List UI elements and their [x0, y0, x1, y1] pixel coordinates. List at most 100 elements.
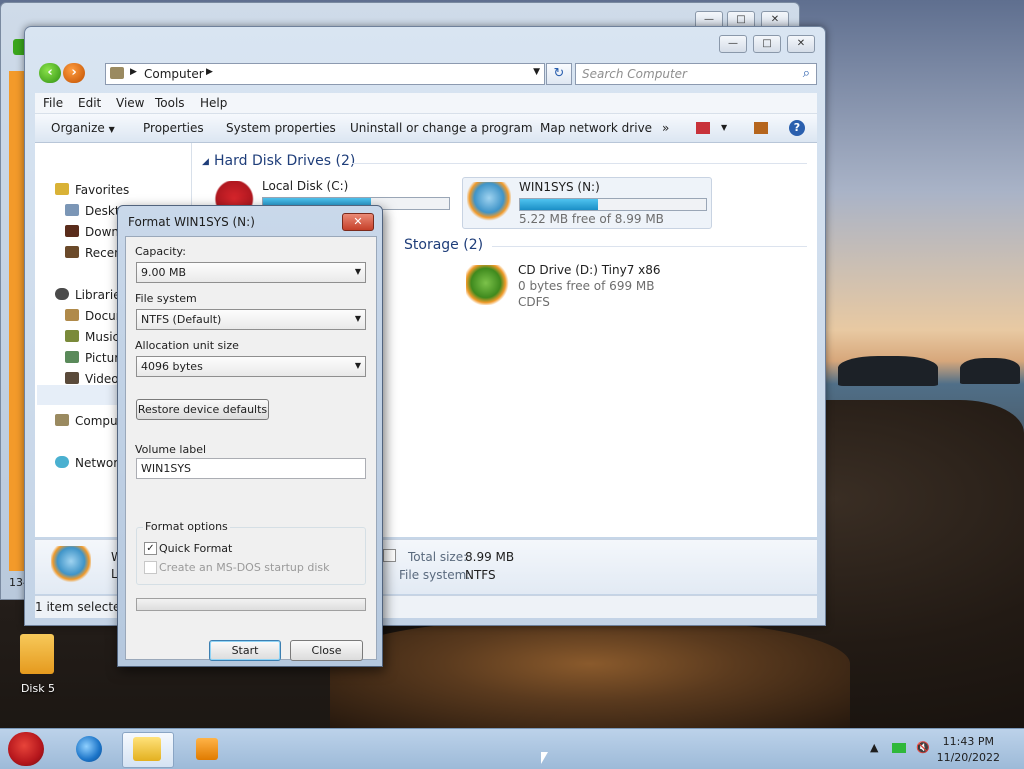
drive-cd[interactable]: CD Drive (D:) Tiny7 x86 0 bytes free of … — [462, 261, 722, 325]
restore-defaults-button[interactable]: Restore device defaults — [136, 399, 269, 420]
hard-disk-group-title[interactable]: Hard Disk Drives (2) — [214, 153, 355, 169]
taskbar-internet-explorer[interactable] — [64, 732, 114, 766]
details-drive-icon — [51, 546, 91, 584]
file-system-select[interactable]: NTFS (Default) ▼ — [136, 309, 366, 330]
close-button[interactable]: Close — [290, 640, 363, 661]
msdos-startup-checkbox — [144, 561, 157, 574]
nav-computer[interactable]: Compu — [75, 414, 118, 428]
downloads-icon — [65, 225, 79, 237]
computer-icon — [110, 67, 124, 79]
recent-places-icon — [65, 246, 79, 258]
menu-edit[interactable]: Edit — [78, 96, 101, 110]
refresh-button[interactable]: ↻ — [546, 63, 572, 85]
drive-free-space: 0 bytes free of 699 MB — [518, 279, 655, 293]
search-icon[interactable]: ⌕ — [803, 66, 810, 81]
allocation-unit-label: Allocation unit size — [135, 339, 239, 352]
search-placeholder: Search Computer — [582, 67, 687, 81]
organize-label: Organize — [51, 121, 105, 135]
organize-button[interactable]: Organize ▼ — [51, 121, 115, 135]
capacity-select[interactable]: 9.00 MB ▼ — [136, 262, 366, 283]
chevron-down-icon[interactable]: ▼ — [533, 67, 540, 77]
command-bar: Organize ▼ Properties System properties … — [35, 114, 817, 143]
drive-name: WIN1SYS (N:) — [519, 180, 600, 194]
taskbar: ▲ 🔇 11:43 PM 11/20/2022 — [0, 728, 1024, 769]
quick-format-checkbox[interactable]: ✓ — [144, 542, 157, 555]
menu-file[interactable]: File — [43, 96, 63, 110]
music-icon — [65, 330, 79, 342]
chevron-down-icon: ▼ — [354, 267, 361, 276]
view-options-icon[interactable] — [696, 122, 710, 134]
chevron-down-icon[interactable]: ▼ — [721, 123, 727, 132]
nav-documents[interactable]: Docur — [85, 309, 121, 323]
libraries-icon — [55, 288, 69, 300]
menu-help[interactable]: Help — [200, 96, 227, 110]
nav-favorites[interactable]: Favorites — [75, 183, 129, 197]
media-player-icon — [196, 738, 218, 760]
forward-arrow-icon: › — [71, 65, 77, 80]
start-button[interactable] — [4, 730, 48, 768]
format-dialog[interactable]: Format WIN1SYS (N:) ✕ Capacity: 9.00 MB … — [117, 205, 383, 667]
chevron-right-icon[interactable]: ▶ — [206, 67, 213, 77]
island-left — [838, 356, 938, 386]
removable-group-title[interactable]: Storage (2) — [404, 237, 483, 253]
file-system-value: NTFS — [465, 568, 496, 582]
angry-bird-start-icon — [8, 732, 44, 766]
maximize-button[interactable]: □ — [753, 35, 781, 53]
status-text: 1 item selected — [35, 600, 129, 614]
drive-name: CD Drive (D:) Tiny7 x86 — [518, 263, 661, 277]
drive-win1sys[interactable]: WIN1SYS (N:) 5.22 MB free of 8.99 MB — [462, 177, 712, 229]
map-network-drive-button[interactable]: Map network drive — [540, 121, 652, 135]
quick-format-label[interactable]: Quick Format — [159, 542, 232, 555]
network-icon[interactable] — [892, 743, 906, 753]
forward-button[interactable]: › — [63, 63, 85, 83]
group-divider — [492, 246, 807, 247]
uninstall-program-button[interactable]: Uninstall or change a program — [350, 121, 533, 135]
volume-muted-icon[interactable]: 🔇 — [916, 741, 930, 754]
start-button[interactable]: Start — [209, 640, 281, 661]
file-system-label: File system: — [399, 568, 471, 582]
sunlit-rocks — [330, 620, 850, 730]
address-bar[interactable]: ▶ Computer ▶ ▼ — [105, 63, 545, 85]
address-location[interactable]: Computer — [144, 67, 204, 81]
dialog-title: Format WIN1SYS (N:) — [128, 215, 255, 229]
dialog-close-button[interactable]: ✕ — [342, 213, 374, 231]
dialog-body: Capacity: 9.00 MB ▼ File system NTFS (De… — [125, 236, 377, 661]
desktop-icon-label: Disk 5 — [20, 682, 56, 695]
show-hidden-icons-arrow[interactable]: ▲ — [870, 741, 878, 754]
details-checkbox[interactable] — [383, 549, 396, 562]
menu-tools[interactable]: Tools — [155, 96, 185, 110]
pictures-icon — [65, 351, 79, 363]
allocation-unit-value: 4096 bytes — [141, 360, 203, 373]
msdos-startup-label: Create an MS-DOS startup disk — [159, 561, 330, 574]
format-options-legend: Format options — [143, 520, 230, 533]
system-properties-button[interactable]: System properties — [226, 121, 336, 135]
allocation-unit-select[interactable]: 4096 bytes ▼ — [136, 356, 366, 377]
search-input[interactable]: Search Computer ⌕ — [575, 63, 817, 85]
green-pig-drive-icon — [466, 265, 510, 305]
chevron-right-icon[interactable]: ▶ — [130, 67, 137, 77]
drive-free-space: 5.22 MB free of 8.99 MB — [519, 212, 664, 226]
properties-button[interactable]: Properties — [143, 121, 204, 135]
minimize-button[interactable]: — — [719, 35, 747, 53]
back-button[interactable]: ‹ — [39, 63, 61, 83]
taskbar-media-player[interactable] — [184, 732, 234, 766]
network-icon — [55, 456, 69, 468]
capacity-label: Capacity: — [135, 245, 186, 258]
volume-label-input[interactable]: WIN1SYS — [136, 458, 366, 479]
more-commands-button[interactable]: » — [662, 121, 669, 135]
drive-file-system: CDFS — [518, 295, 550, 309]
nav-music[interactable]: Music — [85, 330, 119, 344]
menu-view[interactable]: View — [116, 96, 144, 110]
desktop-icon-disk5[interactable]: Disk 5 — [14, 632, 62, 702]
folder-icon — [20, 634, 54, 674]
system-clock[interactable]: 11:43 PM 11/20/2022 — [937, 734, 1000, 766]
file-system-label: File system — [135, 292, 197, 305]
close-button[interactable]: ✕ — [787, 35, 815, 53]
help-icon[interactable]: ? — [789, 120, 805, 136]
taskbar-explorer[interactable] — [122, 732, 174, 768]
nav-pictures[interactable]: Pictur — [85, 351, 119, 365]
preview-pane-icon[interactable] — [754, 122, 768, 134]
nav-videos[interactable]: Video — [85, 372, 119, 386]
collapse-arrow-icon[interactable]: ◢ — [202, 157, 209, 167]
total-size-label: Total size: — [408, 550, 468, 564]
